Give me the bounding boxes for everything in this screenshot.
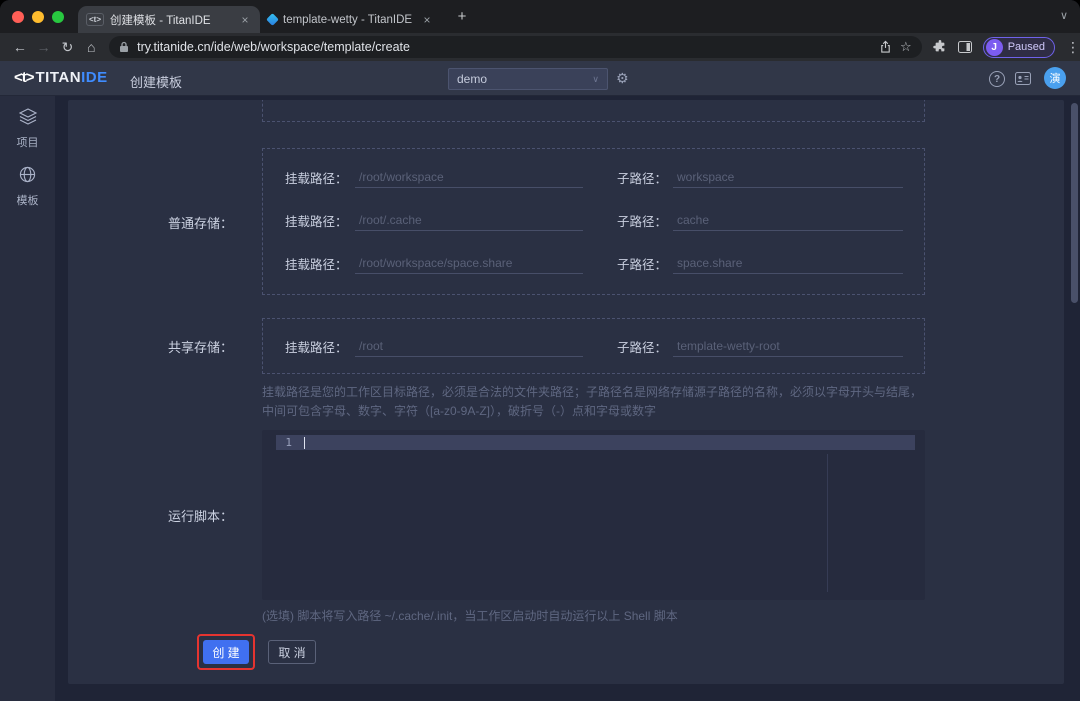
browser-window: <t> 创建模板 - TitanIDE × template-wetty - T… <box>0 0 1080 701</box>
shared-storage-label: 共享存储： <box>167 340 233 355</box>
sub-path-label: 子路径： <box>617 257 668 272</box>
help-icon[interactable]: ? <box>989 71 1005 87</box>
chevron-down-icon: ∨ <box>592 73 599 84</box>
globe-icon <box>19 166 36 188</box>
sub-path-input[interactable] <box>673 166 903 188</box>
side-panel-icon[interactable] <box>957 41 972 53</box>
forward-button[interactable]: → <box>32 39 56 55</box>
tab-search-chevron-icon[interactable]: ∨ <box>1060 9 1068 22</box>
layers-icon <box>18 108 37 130</box>
mount-path-label: 挂载路径： <box>285 340 348 355</box>
main-content: 普通存储： 挂载路径： 子路径： 挂载路径： 子路径： 挂载路径： <box>55 96 1080 701</box>
browser-profile-button[interactable]: J Paused <box>982 36 1056 58</box>
wetty-favicon <box>266 13 279 26</box>
vertical-scrollbar[interactable] <box>1071 103 1078 303</box>
script-code-editor[interactable]: 1 <box>262 430 925 600</box>
tab-title: 创建模板 - TitanIDE <box>110 14 211 27</box>
app-sidebar: 项目 模板 <box>0 96 55 701</box>
bookmark-star-icon[interactable]: ☆ <box>900 39 912 55</box>
create-template-form-panel: 普通存储： 挂载路径： 子路径： 挂载路径： 子路径： 挂载路径： <box>68 100 1064 684</box>
new-tab-button[interactable]: + <box>452 8 472 25</box>
normal-storage-group: 挂载路径： 子路径： 挂载路径： 子路径： 挂载路径： 子路径： <box>262 148 925 295</box>
shared-storage-group: 挂载路径： 子路径： <box>262 318 925 374</box>
script-hint: (选填) 脚本将写入路径 ~/.cache/.init，当工作区启动时自动运行以… <box>262 609 678 623</box>
browser-tab-strip: <t> 创建模板 - TitanIDE × template-wetty - T… <box>0 0 1080 33</box>
logo-mark: <t> <box>14 69 34 86</box>
storage-row: 挂载路径： 子路径： <box>285 206 908 234</box>
contact-card-icon[interactable] <box>1015 72 1031 90</box>
sidebar-item-label: 项目 <box>16 137 39 149</box>
run-script-label: 运行脚本： <box>167 509 233 524</box>
app-header: <t> TITAN IDE 创建模板 demo ∨ ⚙ ? 演 <box>0 61 1080 96</box>
address-bar[interactable]: try.titanide.cn/ide/web/workspace/templa… <box>109 36 922 58</box>
settings-gear-icon[interactable]: ⚙ <box>616 70 629 87</box>
close-tab-icon[interactable]: × <box>238 13 252 27</box>
reload-button[interactable]: ↻ <box>56 39 80 56</box>
tab-create-template[interactable]: <t> 创建模板 - TitanIDE × <box>78 6 260 33</box>
mount-path-label: 挂载路径： <box>285 257 348 272</box>
mount-path-input[interactable] <box>355 335 583 357</box>
minimize-window-button[interactable] <box>32 10 44 23</box>
logo-text-titan: TITAN <box>35 69 82 86</box>
mount-path-label: 挂载路径： <box>285 171 348 186</box>
storage-row: 挂载路径： 子路径： <box>285 163 908 191</box>
url-text: try.titanide.cn/ide/web/workspace/templa… <box>137 40 410 54</box>
browser-menu-icon[interactable]: ⋮ <box>1066 39 1080 56</box>
text-cursor <box>304 436 305 449</box>
sub-path-input[interactable] <box>673 252 903 274</box>
sub-path-label: 子路径： <box>617 340 668 355</box>
mount-path-label: 挂载路径： <box>285 214 348 229</box>
storage-row: 挂载路径： 子路径： <box>285 332 908 360</box>
home-button[interactable]: ⌂ <box>79 39 103 55</box>
sub-path-input[interactable] <box>673 209 903 231</box>
sub-path-input[interactable] <box>673 335 903 357</box>
sidebar-item-label: 模板 <box>16 195 39 207</box>
browser-toolbar: ← → ↻ ⌂ try.titanide.cn/ide/web/workspac… <box>0 33 1080 61</box>
path-rules-hint: 挂载路径是您的工作区目标路径，必须是合法的文件夹路径；子路径名是网络存储源子路径… <box>262 385 923 418</box>
create-button[interactable]: 创 建 <box>203 640 249 664</box>
tab-title: template-wetty - TitanIDE <box>283 13 413 26</box>
zoom-window-button[interactable] <box>52 10 64 23</box>
cancel-button[interactable]: 取 消 <box>268 640 316 664</box>
titanide-logo[interactable]: <t> TITAN IDE <box>14 69 108 86</box>
sidebar-item-templates[interactable]: 模板 <box>17 166 39 208</box>
titanide-favicon: <t> <box>86 13 105 26</box>
sidebar-item-projects[interactable]: 项目 <box>17 108 39 150</box>
user-avatar[interactable]: 演 <box>1044 67 1066 89</box>
workspace-select-value: demo <box>457 72 488 86</box>
editor-divider <box>827 454 828 592</box>
tab-template-wetty[interactable]: template-wetty - TitanIDE × <box>260 6 442 33</box>
editor-current-line: 1 <box>276 435 915 450</box>
page-title: 创建模板 <box>130 75 183 90</box>
profile-status: Paused <box>1007 41 1046 53</box>
lock-icon[interactable] <box>119 41 129 53</box>
close-tab-icon[interactable]: × <box>420 13 434 27</box>
close-window-button[interactable] <box>12 10 24 23</box>
sub-path-label: 子路径： <box>617 214 668 229</box>
mount-path-input[interactable] <box>355 166 583 188</box>
back-button[interactable]: ← <box>8 39 32 55</box>
workspace-select[interactable]: demo ∨ <box>448 68 608 90</box>
sub-path-label: 子路径： <box>617 171 668 186</box>
mount-path-input[interactable] <box>355 209 583 231</box>
normal-storage-label: 普通存储： <box>167 216 233 231</box>
profile-avatar: J <box>985 38 1003 56</box>
share-icon[interactable] <box>879 40 892 54</box>
storage-row: 挂载路径： 子路径： <box>285 249 908 277</box>
window-controls <box>0 10 78 23</box>
mount-path-input[interactable] <box>355 252 583 274</box>
extensions-puzzle-icon[interactable] <box>932 40 947 54</box>
previous-section-dashed-box <box>262 100 925 122</box>
line-number: 1 <box>285 436 292 449</box>
logo-text-ide: IDE <box>81 69 108 86</box>
